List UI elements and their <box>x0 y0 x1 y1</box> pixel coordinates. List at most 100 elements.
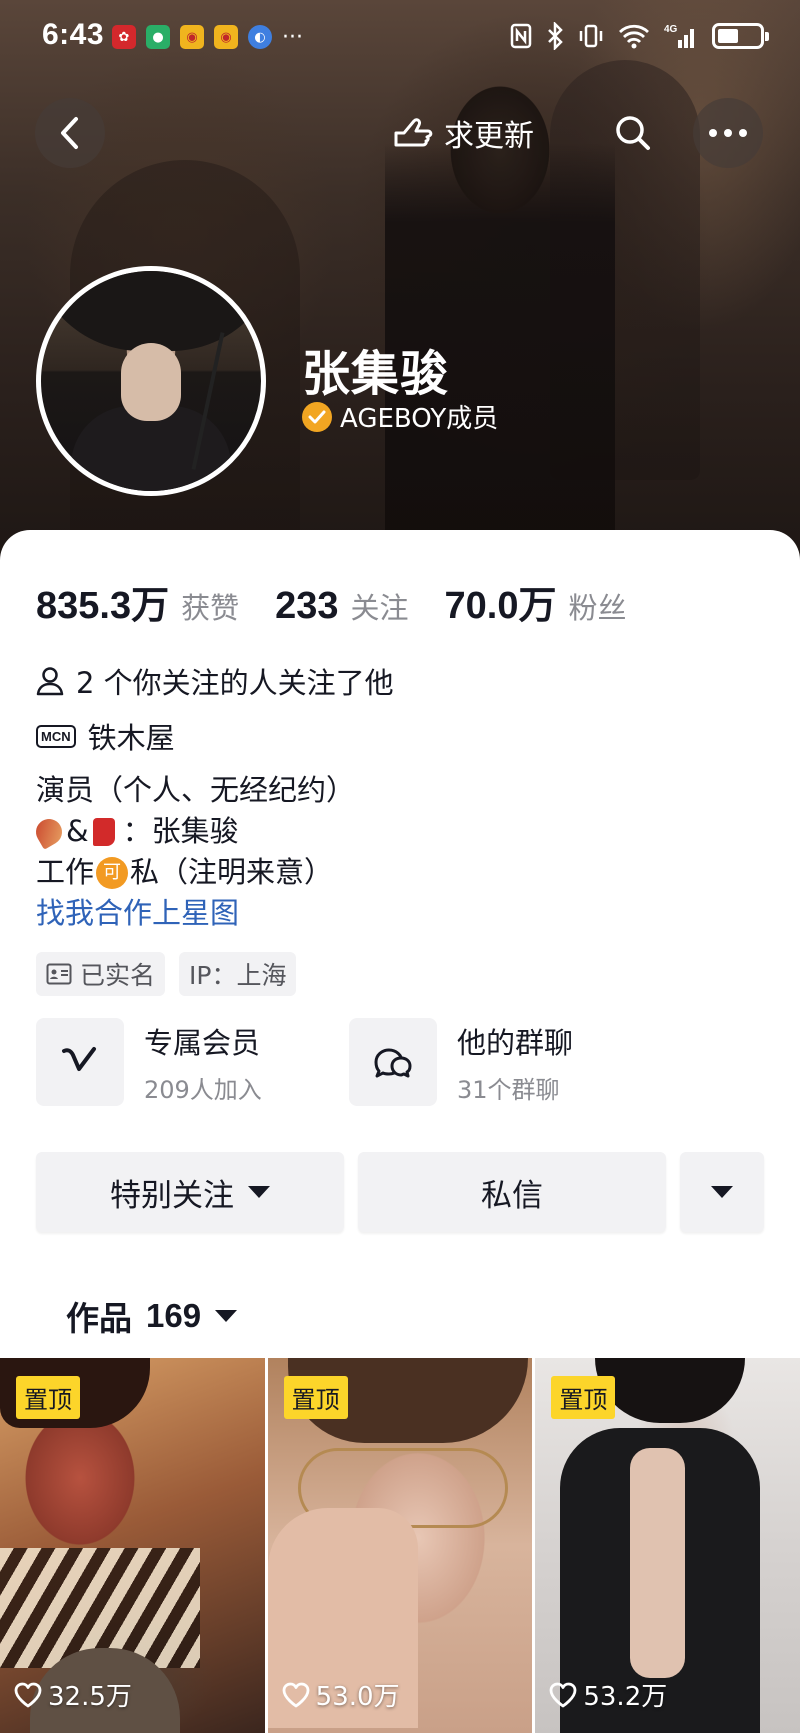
weibo-icon: ◉ <box>180 25 204 49</box>
recommend-dropdown-button[interactable] <box>680 1152 764 1232</box>
verification-row: AGEBOY成员 <box>302 398 498 435</box>
caret-down-icon <box>215 1310 238 1322</box>
avatar[interactable] <box>36 266 266 496</box>
stat-value: 233 <box>275 585 339 627</box>
heart-icon <box>549 1682 577 1707</box>
cellular-signal-icon: 4G <box>664 24 694 48</box>
stat-value: 835.3万 <box>36 585 170 627</box>
pinned-badge: 置顶 <box>283 1376 348 1419</box>
stat-following[interactable]: 233 关注 <box>275 585 408 628</box>
browser-icon: ◐ <box>248 25 272 49</box>
bio-line: 工作 可 私（注明来意） <box>36 852 355 893</box>
message-button[interactable]: 私信 <box>358 1152 666 1232</box>
battery-icon <box>712 23 769 49</box>
feature-subtitle: 31个群聊 <box>457 1075 560 1104</box>
likes-count: 53.2万 <box>549 1676 667 1713</box>
tag-label: IP：上海 <box>189 961 287 990</box>
person-icon <box>36 667 64 696</box>
more-options-button[interactable] <box>693 98 763 168</box>
hand-point-icon <box>394 118 433 147</box>
feature-title: 专属会员 <box>144 1025 261 1060</box>
special-follow-label: 特别关注 <box>110 1177 234 1214</box>
more-dots-icon <box>709 129 747 137</box>
vibrate-icon <box>579 24 603 48</box>
works-count: 169 <box>146 1297 202 1334</box>
tags-row: 已实名 IP：上海 <box>36 952 297 996</box>
mcn-row[interactable]: MCN 铁木屋 <box>36 715 175 757</box>
stat-value: 70.0万 <box>444 585 557 627</box>
mutual-follow-row[interactable]: 2 个你关注的人关注了他 <box>36 660 394 702</box>
system-icons: 4G <box>510 22 769 50</box>
likes-value: 53.0万 <box>315 1682 400 1712</box>
stat-label: 获赞 <box>181 591 240 625</box>
nfc-icon <box>510 23 532 49</box>
bio-line: 演员（个人、无经纪约） <box>36 773 356 807</box>
bio: 演员（个人、无经纪约） & ：张集骏 工作 可 私（注明来意） 找我合作上星图 <box>31 770 356 934</box>
svg-text:4G: 4G <box>664 24 678 35</box>
works-label: 作品 <box>66 1299 132 1338</box>
search-icon <box>616 116 650 150</box>
more-notifications-icon: ··· <box>282 24 303 50</box>
caret-down-icon <box>248 1186 270 1198</box>
mcn-name: 铁木屋 <box>87 721 175 755</box>
works-grid: 置顶 32.5万 置顶 53.0万 置顶 53.2万 <box>0 1358 800 1733</box>
ip-location-tag: IP：上海 <box>179 952 297 996</box>
caret-down-icon <box>711 1186 733 1198</box>
profile-name: 张集骏 <box>302 346 450 402</box>
member-v-icon <box>36 1018 124 1106</box>
wechat-icon: ● <box>146 25 170 49</box>
message-label: 私信 <box>481 1177 543 1214</box>
tab-works[interactable]: 作品 169 <box>66 1292 238 1340</box>
video-thumbnail[interactable]: 置顶 32.5万 <box>0 1358 265 1733</box>
real-name-tag: 已实名 <box>36 952 166 996</box>
video-thumbnail[interactable]: 置顶 53.0万 <box>267 1358 533 1733</box>
back-button[interactable] <box>35 98 105 168</box>
id-card-icon <box>46 963 72 985</box>
bio-text: ：张集骏 <box>122 814 239 848</box>
feature-subtitle: 209人加入 <box>144 1075 262 1104</box>
special-follow-button[interactable]: 特别关注 <box>36 1152 344 1232</box>
stat-likes: 835.3万 获赞 <box>36 574 239 629</box>
bio-line: & ：张集骏 <box>31 811 355 852</box>
tag-label: 已实名 <box>80 961 156 990</box>
bio-text: 私（注明来意） <box>130 855 334 889</box>
search-button[interactable] <box>604 104 662 162</box>
exclusive-member-entry[interactable]: 专属会员 209人加入 <box>36 1018 262 1106</box>
request-update-label: 求更新 <box>444 119 534 154</box>
heart-icon <box>14 1682 42 1707</box>
pinned-badge: 置顶 <box>16 1376 80 1419</box>
huawei-icon: ✿ <box>112 25 136 49</box>
status-bar: 6:43 ✿ ● ◉ ◉ ◐ ··· 4G <box>0 0 800 76</box>
weibo-icon: ◉ <box>214 25 238 49</box>
chevron-left-icon <box>61 117 78 149</box>
bluetooth-icon <box>548 22 563 50</box>
mcn-icon: MCN <box>36 724 76 748</box>
bio-text: 工作 <box>36 855 95 889</box>
verified-label: AGEBOY成员 <box>340 404 499 434</box>
likes-value: 53.2万 <box>583 1682 668 1712</box>
ke-badge-icon: 可 <box>96 856 129 889</box>
notification-icons: ✿ ● ◉ ◉ ◐ ··· <box>112 24 303 50</box>
video-thumbnail[interactable]: 置顶 53.2万 <box>535 1358 800 1733</box>
stat-label: 关注 <box>350 591 409 625</box>
likes-value: 32.5万 <box>48 1682 132 1712</box>
request-update-button[interactable]: 求更新 <box>390 102 534 164</box>
wifi-icon <box>619 24 649 49</box>
status-time: 6:43 <box>42 18 105 51</box>
heart-icon <box>282 1682 310 1707</box>
chat-bubbles-icon <box>349 1018 437 1106</box>
feature-title: 他的群聊 <box>457 1025 574 1060</box>
pinned-badge: 置顶 <box>551 1376 616 1419</box>
profile-cover: 6:43 ✿ ● ◉ ◉ ◐ ··· 4G 求更新 张集骏 AGEBOY成员 <box>0 0 800 560</box>
bio-amp: & <box>66 814 89 848</box>
stat-followers[interactable]: 70.0万 粉丝 <box>445 574 627 629</box>
stat-label: 粉丝 <box>568 591 627 625</box>
star-map-link[interactable]: 找我合作上星图 <box>36 893 355 934</box>
likes-count: 32.5万 <box>14 1676 132 1713</box>
verified-badge-icon <box>302 401 332 432</box>
sweet-potato-icon <box>31 813 67 850</box>
scarf-icon <box>92 817 115 846</box>
mutual-follow-text: 2 个你关注的人关注了他 <box>76 666 394 700</box>
group-chat-entry[interactable]: 他的群聊 31个群聊 <box>349 1018 573 1106</box>
stats-row: 835.3万 获赞 233 关注 70.0万 粉丝 <box>36 574 663 629</box>
